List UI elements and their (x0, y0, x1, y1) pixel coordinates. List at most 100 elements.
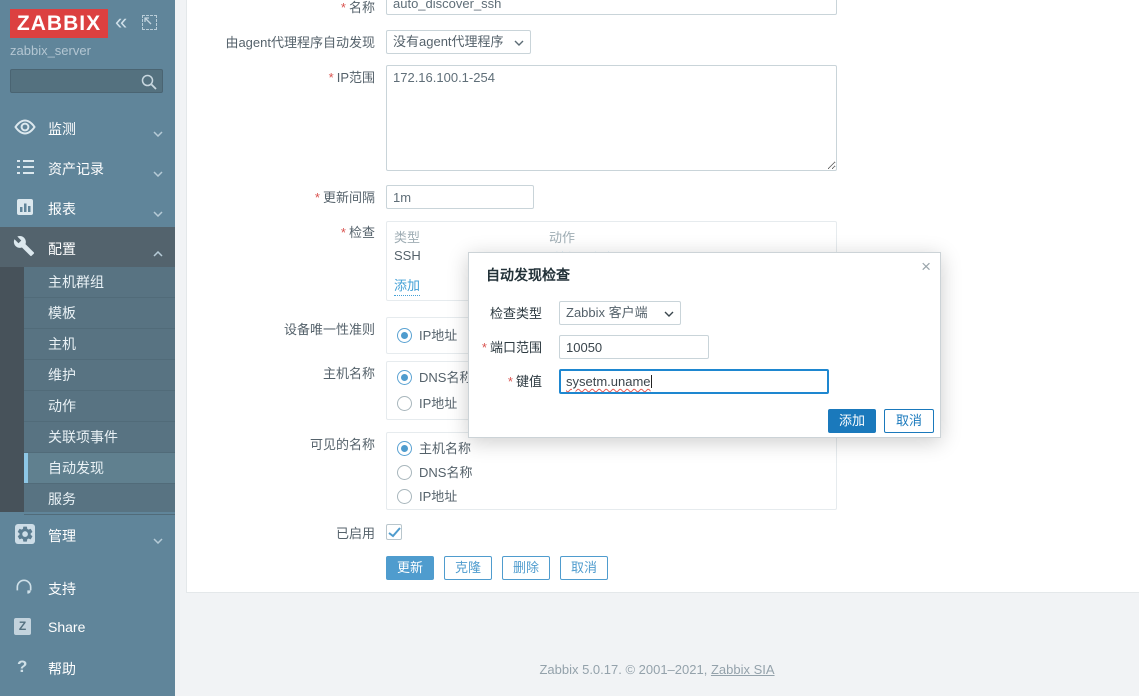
radio-label: IP地址 (419, 396, 457, 411)
check-row-type: SSH (394, 248, 421, 263)
chevron-down-icon (514, 40, 524, 46)
port-range-input[interactable] (559, 335, 709, 359)
sidebar-item-event-correlation[interactable]: 关联项事件 (24, 422, 175, 453)
radio-label: IP地址 (419, 489, 457, 504)
radio-option[interactable]: IP地址 (397, 489, 457, 505)
arrow-out-icon (143, 16, 156, 29)
check-type-label: 检查类型 (469, 306, 542, 321)
key-input[interactable]: sysetm.uname (559, 369, 829, 394)
checks-col-action: 动作 (549, 227, 575, 246)
sidebar-item-support[interactable]: 支持 (0, 568, 175, 608)
sidebar-item-help[interactable]: ? 帮助 (0, 648, 175, 688)
sidebar-item-monitoring[interactable]: 监测 (0, 107, 175, 147)
sidebar-item-share[interactable]: Z Share (0, 608, 175, 648)
search-input[interactable] (10, 69, 163, 93)
check-type-select[interactable]: Zabbix 客户端 (559, 301, 681, 325)
port-range-label: *端口范围 (469, 340, 542, 355)
sidebar-item-label: Share (48, 619, 85, 635)
sidebar-item-services[interactable]: 服务 (24, 484, 175, 515)
radio-label: DNS名称 (419, 465, 472, 480)
eye-icon (13, 115, 37, 139)
hostname-label: 主机名称 (187, 366, 375, 381)
wrench-icon (13, 235, 37, 259)
key-value-text: sysetm.uname (566, 374, 651, 389)
name-label: *名称 (187, 0, 375, 15)
close-icon[interactable]: × (921, 257, 931, 277)
chevron-down-icon (153, 204, 163, 220)
clone-button[interactable]: 克隆 (444, 556, 492, 580)
interval-input[interactable] (386, 185, 534, 209)
discovery-check-dialog: 自动发现检查 × 检查类型 Zabbix 客户端 *端口范围 *键值 syset… (468, 252, 941, 438)
chevron-down-icon (153, 124, 163, 140)
checks-label: *检查 (187, 225, 375, 240)
chevron-down-icon (664, 311, 674, 317)
sidebar-item-label: 配置 (48, 239, 76, 259)
radio-label: IP地址 (419, 328, 457, 343)
sidebar-item-reports[interactable]: 报表 (0, 187, 175, 227)
sidebar-item-label: 帮助 (48, 659, 76, 679)
zabbix-logo[interactable]: ZABBIX (10, 9, 108, 38)
collapse-sidebar-icon[interactable]: « (115, 7, 127, 36)
chevron-down-icon (153, 164, 163, 180)
dialog-cancel-button[interactable]: 取消 (884, 409, 934, 433)
gear-icon (13, 522, 37, 546)
radio-option[interactable]: 主机名称 (397, 441, 471, 457)
key-label: *键值 (469, 374, 542, 389)
server-name: zabbix_server (10, 43, 91, 58)
check-add-link[interactable]: 添加 (394, 275, 420, 296)
question-icon: ? (14, 657, 34, 677)
sidebar-item-host-groups[interactable]: 主机群组 (24, 267, 175, 298)
sidebar-item-templates[interactable]: 模板 (24, 298, 175, 329)
dialog-title: 自动发现检查 (486, 265, 570, 285)
sidebar-item-actions[interactable]: 动作 (24, 391, 175, 422)
radio-icon[interactable] (397, 465, 412, 480)
sidebar-item-inventory[interactable]: 资产记录 (0, 147, 175, 187)
footer-version-text: Zabbix 5.0.17. © 2001–2021, (539, 662, 710, 677)
radio-option[interactable]: IP地址 (397, 328, 457, 344)
chevron-up-icon (153, 244, 163, 260)
proxy-label: 由agent代理程序自动发现 (187, 35, 375, 50)
sidebar-item-discovery[interactable]: 自动发现 (24, 453, 175, 484)
uniqueness-label: 设备唯一性准则 (187, 322, 375, 337)
proxy-select[interactable]: 没有agent代理程序 (386, 30, 531, 54)
visible-name-radio-group: 主机名称 DNS名称 IP地址 (386, 432, 837, 510)
sidebar: ZABBIX « zabbix_server 监测 资产记录 (0, 0, 175, 696)
configuration-submenu: 主机群组 模板 主机 维护 动作 关联项事件 自动发现 服务 (0, 267, 175, 512)
search-icon (140, 73, 158, 91)
radio-icon[interactable] (397, 370, 412, 385)
text-caret (651, 375, 652, 388)
sidebar-item-maintenance[interactable]: 维护 (24, 360, 175, 391)
sidebar-item-administration[interactable]: 管理 (0, 514, 175, 554)
radio-icon[interactable] (397, 396, 412, 411)
sidebar-item-label: 支持 (48, 579, 76, 599)
radio-icon[interactable] (397, 489, 412, 504)
zabbix-sia-link[interactable]: Zabbix SIA (711, 662, 775, 677)
checks-col-type: 类型 (394, 227, 420, 246)
cancel-button[interactable]: 取消 (560, 556, 608, 580)
ip-range-label: *IP范围 (187, 70, 375, 85)
radio-option[interactable]: IP地址 (397, 396, 457, 412)
sidebar-item-hosts[interactable]: 主机 (24, 329, 175, 360)
inventory-list-icon (13, 155, 37, 179)
update-button[interactable]: 更新 (386, 556, 434, 580)
radio-icon[interactable] (397, 328, 412, 343)
dialog-add-button[interactable]: 添加 (828, 409, 876, 433)
zabbix-share-icon: Z (14, 617, 34, 637)
chevron-down-icon (153, 531, 163, 547)
name-input[interactable] (386, 0, 837, 15)
delete-button[interactable]: 删除 (502, 556, 550, 580)
footer: Zabbix 5.0.17. © 2001–2021, Zabbix SIA (175, 662, 1139, 677)
reports-chart-icon (13, 195, 37, 219)
sidebar-item-configuration[interactable]: 配置 (0, 227, 175, 267)
check-icon (388, 527, 401, 538)
visible-name-label: 可见的名称 (187, 437, 375, 452)
headset-icon (14, 577, 34, 597)
ip-range-textarea[interactable]: 172.16.100.1-254 (386, 65, 837, 171)
sidebar-item-label: 管理 (48, 526, 76, 546)
radio-option[interactable]: DNS名称 (397, 370, 472, 386)
enabled-label: 已启用 (187, 526, 375, 541)
enabled-checkbox[interactable] (386, 524, 402, 540)
radio-icon[interactable] (397, 441, 412, 456)
radio-option[interactable]: DNS名称 (397, 465, 472, 481)
expand-fullscreen-icon[interactable] (142, 15, 157, 30)
